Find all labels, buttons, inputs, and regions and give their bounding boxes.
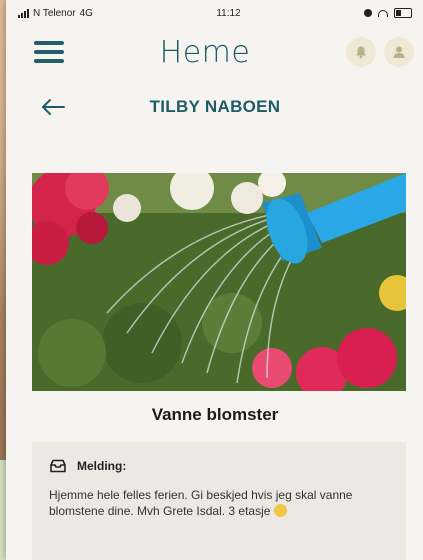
network-type: 4G bbox=[79, 7, 93, 19]
hamburger-menu-icon[interactable] bbox=[34, 41, 64, 63]
status-time: 11:12 bbox=[216, 7, 241, 19]
app-bar-actions bbox=[345, 37, 414, 67]
phone-screen: N Telenor 4G 11:12 Heme TILBY NABOEN Van… bbox=[6, 0, 423, 560]
app-bar: Heme bbox=[6, 26, 423, 78]
profile-button[interactable] bbox=[383, 37, 414, 67]
headphones-icon bbox=[377, 9, 388, 17]
page-header: TILBY NABOEN bbox=[6, 78, 423, 136]
bell-icon bbox=[355, 46, 366, 59]
back-button[interactable] bbox=[40, 98, 66, 116]
person-icon bbox=[393, 46, 405, 58]
status-left: N Telenor 4G bbox=[18, 8, 93, 19]
battery-icon bbox=[393, 8, 412, 18]
status-right bbox=[363, 8, 412, 18]
smiley-emoji-icon bbox=[273, 504, 287, 517]
message-header: Melding: bbox=[32, 442, 406, 473]
message-body: Hjemme hele felles ferien. Gi beskjed hv… bbox=[32, 473, 406, 519]
arrow-left-icon bbox=[42, 99, 65, 115]
listing-title: Vanne blomster bbox=[151, 405, 279, 424]
page-title: TILBY NABOEN bbox=[149, 97, 281, 116]
carrier-name: N Telenor bbox=[33, 7, 76, 19]
listing-photo bbox=[32, 173, 406, 391]
message-card: Melding: Hjemme hele felles ferien. Gi b… bbox=[32, 442, 406, 560]
alarm-icon bbox=[363, 9, 372, 17]
signal-icon bbox=[18, 8, 29, 18]
status-bar: N Telenor 4G 11:12 bbox=[6, 0, 423, 26]
watering-flowers-image bbox=[32, 173, 406, 391]
message-text: Hjemme hele felles ferien. Gi beskjed hv… bbox=[49, 488, 353, 518]
message-label: Melding: bbox=[77, 459, 127, 473]
notifications-button[interactable] bbox=[345, 37, 376, 67]
app-logo: Heme bbox=[159, 34, 251, 70]
inbox-icon bbox=[50, 459, 66, 473]
